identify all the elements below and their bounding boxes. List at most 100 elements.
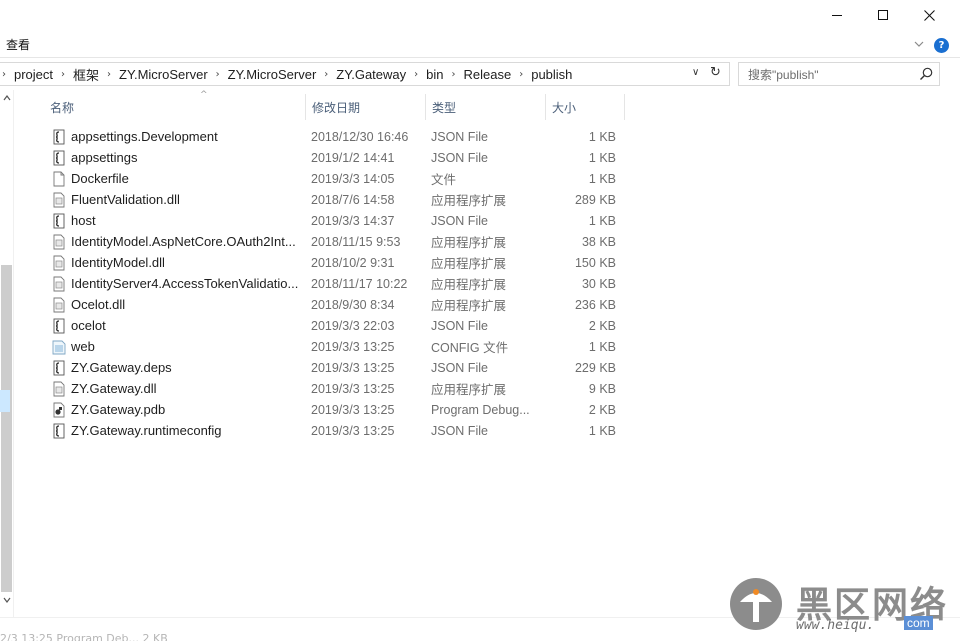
column-header-size[interactable]: 大小 [545, 94, 625, 120]
breadcrumb-separator[interactable]: › [105, 69, 113, 80]
file-name: Ocelot.dll [71, 297, 126, 312]
column-header-type[interactable]: 类型 [425, 94, 545, 120]
file-name: web [71, 339, 95, 354]
file-name: ZY.Gateway.pdb [71, 402, 166, 417]
file-row[interactable]: ZY.Gateway.dll 2019/3/3 13:25 应用程序扩展 9 KB [48, 378, 628, 399]
sort-ascending-icon: ^ [200, 90, 208, 100]
file-row[interactable]: IdentityModel.AspNetCore.OAuth2Int... 201… [48, 231, 628, 252]
expand-ribbon-icon[interactable] [913, 38, 925, 50]
close-button[interactable] [906, 0, 952, 30]
file-size: 2 KB [588, 402, 616, 417]
pdb-file-icon [53, 402, 65, 418]
breadcrumb-item[interactable]: ZY.MicroServer [113, 67, 214, 82]
breadcrumb-separator[interactable]: › [412, 69, 420, 80]
file-date: 2018/11/15 9:53 [311, 234, 401, 249]
column-header-name-label: 名称 [50, 100, 75, 115]
maximize-button[interactable] [860, 0, 906, 30]
file-row[interactable]: host 2019/3/3 14:37 JSON File 1 KB [48, 210, 628, 231]
file-row[interactable]: ZY.Gateway.pdb 2019/3/3 13:25 Program Debu… [48, 399, 628, 420]
ribbon: 查看 ? [0, 30, 960, 58]
file-type: Program Debug... [431, 402, 530, 417]
dll-file-icon [53, 255, 65, 271]
json-file-icon [53, 318, 65, 334]
file-row[interactable]: ocelot 2019/3/3 22:03 JSON File 2 KB [48, 315, 628, 336]
file-row[interactable]: Ocelot.dll 2018/9/30 8:34 应用程序扩展 236 KB [48, 294, 628, 315]
file-size: 236 KB [574, 297, 616, 312]
json-file-icon [53, 129, 65, 145]
file-date: 2019/3/3 13:25 [311, 423, 395, 438]
breadcrumb-item-current[interactable]: publish [525, 67, 578, 82]
minimize-button[interactable] [814, 0, 860, 30]
dll-file-icon [53, 276, 65, 292]
file-size: 38 KB [581, 234, 616, 249]
navigation-pane[interactable] [0, 90, 14, 617]
file-row[interactable]: web 2019/3/3 13:25 CONFIG 文件 1 KB [48, 336, 628, 357]
refresh-icon[interactable]: ↻ [710, 65, 721, 80]
title-bar [0, 0, 960, 30]
search-input[interactable]: 搜索"publish" [748, 66, 819, 83]
breadcrumb-item[interactable]: ZY.MicroServer [222, 67, 323, 82]
breadcrumb-separator[interactable]: › [0, 69, 8, 80]
breadcrumb-separator[interactable]: › [322, 69, 330, 80]
file-row[interactable]: Dockerfile 2019/3/3 14:05 文件 1 KB [48, 168, 628, 189]
search-box[interactable]: 搜索"publish" [738, 62, 940, 86]
file-name: appsettings.Development [71, 129, 218, 144]
breadcrumb-item[interactable]: project [8, 67, 59, 82]
blank-file-icon [53, 171, 65, 187]
dll-file-icon [53, 297, 65, 313]
address-bar[interactable]: › project › 框架 › ZY.MicroServer › ZY.Mic… [0, 62, 730, 86]
minimize-icon [832, 14, 842, 16]
file-size: 1 KB [588, 423, 616, 438]
maximize-icon [878, 10, 888, 20]
dll-file-icon [53, 234, 65, 250]
file-date: 2019/3/3 14:05 [311, 171, 395, 186]
breadcrumb-item[interactable]: ZY.Gateway [330, 67, 412, 82]
file-size: 1 KB [588, 150, 616, 165]
file-type: JSON File [431, 213, 488, 228]
file-date: 2018/11/17 10:22 [311, 276, 408, 291]
file-type: JSON File [431, 423, 488, 438]
nav-scrollbar-thumb[interactable] [1, 265, 12, 592]
dll-file-icon [53, 192, 65, 208]
breadcrumb-separator[interactable]: › [214, 69, 222, 80]
file-row[interactable]: appsettings 2019/1/2 14:41 JSON File 1 KB [48, 147, 628, 168]
file-row[interactable]: ZY.Gateway.runtimeconfig 2019/3/3 13:25 JS… [48, 420, 628, 441]
file-date: 2018/9/30 8:34 [311, 297, 395, 312]
scroll-down-icon[interactable] [3, 596, 11, 604]
file-name: ZY.Gateway.runtimeconfig [71, 423, 222, 438]
watermark-url: www.heiqu. [796, 618, 875, 633]
column-header-type-label: 类型 [432, 100, 457, 115]
file-name: ZY.Gateway.deps [71, 360, 172, 375]
file-name: appsettings [71, 150, 138, 165]
file-date: 2018/10/2 9:31 [311, 255, 395, 270]
breadcrumb-item[interactable]: bin [420, 67, 449, 82]
file-date: 2018/7/6 14:58 [311, 192, 395, 207]
file-size: 9 KB [588, 381, 616, 396]
file-row[interactable]: IdentityServer4.AccessTokenValidatio... 2… [48, 273, 628, 294]
json-file-icon [53, 360, 65, 376]
breadcrumb-item[interactable]: Release [458, 67, 518, 82]
tab-view[interactable]: 查看 [6, 36, 30, 53]
file-size: 30 KB [581, 276, 616, 291]
column-header-name[interactable]: 名称 ^ [44, 90, 304, 120]
dll-file-icon [53, 381, 65, 397]
search-icon[interactable] [918, 66, 934, 82]
file-name: IdentityServer4.AccessTokenValidatio... [71, 276, 299, 291]
address-dropdown-icon[interactable]: ∨ [692, 67, 699, 78]
file-date: 2018/12/30 16:46 [311, 129, 409, 144]
nav-selected-item[interactable] [0, 390, 10, 412]
file-row[interactable]: ZY.Gateway.deps 2019/3/3 13:25 JSON File 22… [48, 357, 628, 378]
file-row[interactable]: appsettings.Development 2018/12/30 16:46 J… [48, 126, 628, 147]
breadcrumb-separator[interactable]: › [59, 69, 67, 80]
scroll-up-icon[interactable] [3, 94, 11, 102]
help-icon[interactable]: ? [934, 38, 949, 53]
file-name: Dockerfile [71, 171, 129, 186]
breadcrumb-separator[interactable]: › [450, 69, 458, 80]
column-header-date[interactable]: 修改日期 [305, 94, 425, 120]
file-row[interactable]: FluentValidation.dll 2018/7/6 14:58 应用程序扩展… [48, 189, 628, 210]
breadcrumb-item[interactable]: 框架 [67, 65, 105, 84]
breadcrumb-separator[interactable]: › [517, 69, 525, 80]
file-type: JSON File [431, 150, 488, 165]
file-row[interactable]: IdentityModel.dll 2018/10/2 9:31 应用程序扩展 150… [48, 252, 628, 273]
file-name: ocelot [71, 318, 106, 333]
